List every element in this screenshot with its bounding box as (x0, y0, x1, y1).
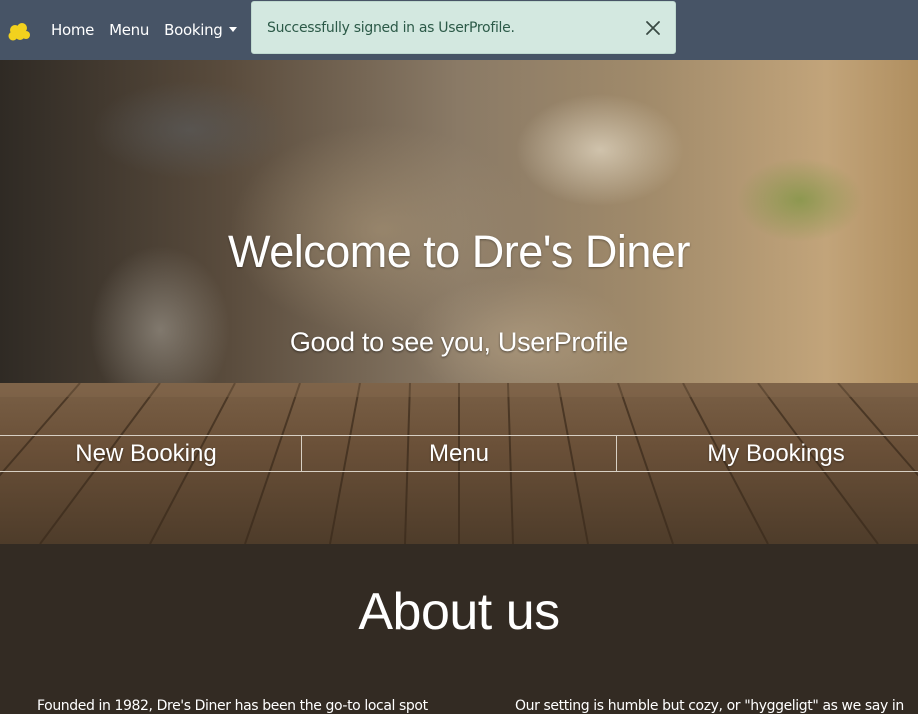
hero-title: Welcome to Dre's Diner (228, 226, 690, 277)
wood-table-background: New Booking Menu My Bookings (0, 383, 918, 544)
close-icon[interactable] (645, 20, 661, 36)
nav-booking-dropdown[interactable]: Booking (164, 21, 236, 39)
alert-message: Successfully signed in as UserProfile. (267, 20, 515, 36)
hero-subtitle: Good to see you, UserProfile (289, 327, 629, 357)
nav-menu[interactable]: Menu (109, 21, 149, 39)
menu-button[interactable]: Menu (301, 435, 617, 472)
nav-home[interactable]: Home (51, 21, 94, 39)
hero-section: Welcome to Dre's Diner Good to see you, … (0, 60, 918, 383)
signin-alert: Successfully signed in as UserProfile. (251, 1, 676, 54)
my-bookings-button[interactable]: My Bookings (616, 435, 918, 472)
about-text-left: Founded in 1982, Dre's Diner has been th… (37, 698, 428, 714)
about-section: About us Founded in 1982, Dre's Diner ha… (0, 544, 918, 714)
about-text-right: Our setting is humble but cozy, or "hygg… (515, 698, 904, 714)
brand-logo-icon[interactable] (8, 21, 30, 43)
new-booking-button[interactable]: New Booking (0, 435, 302, 472)
about-title: About us (358, 583, 560, 641)
